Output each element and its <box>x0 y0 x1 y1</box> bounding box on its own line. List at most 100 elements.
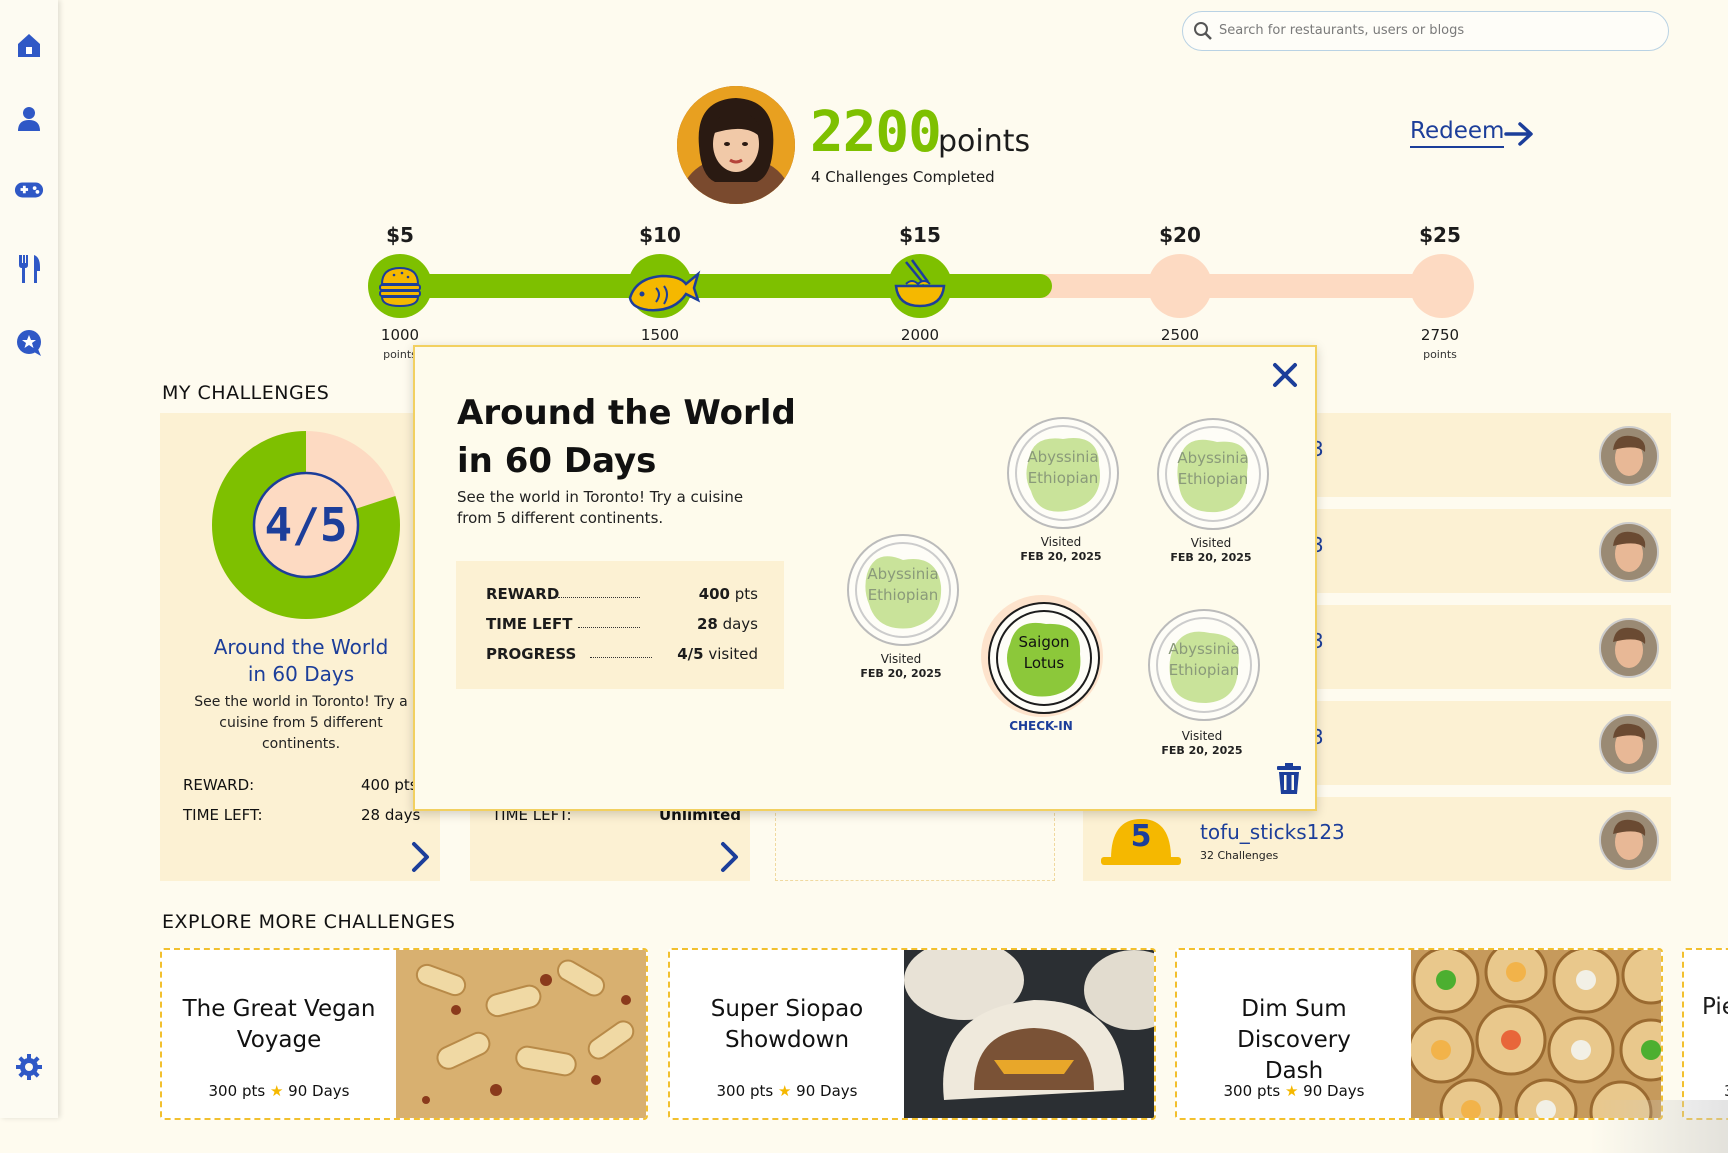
explore-card-title: Pie <box>1702 994 1728 1020</box>
star-chat-icon[interactable] <box>14 328 44 358</box>
days-unit: Days <box>312 1082 350 1100</box>
utensils-icon[interactable] <box>14 254 44 284</box>
explore-card[interactable]: Dim Sum Discovery Dash 300 pts ★ 90 Days <box>1175 948 1663 1120</box>
restaurant-plate[interactable]: Abyssinia Ethiopian <box>1157 418 1269 530</box>
check-in-button[interactable]: CHECK-IN <box>971 719 1111 733</box>
visited-status: Visited FEB 20, 2025 <box>1141 536 1281 564</box>
explore-card-title: Dim Sum Discovery Dash <box>1187 994 1401 1087</box>
explore-card-meta: 3 <box>1724 1082 1728 1100</box>
trash-icon[interactable] <box>1275 763 1303 795</box>
fish-icon <box>628 270 701 312</box>
restaurant-plate[interactable]: Abyssinia Ethiopian <box>1148 609 1260 721</box>
user-icon[interactable] <box>14 104 44 134</box>
challenges-completed: 4 Challenges Completed <box>811 168 995 186</box>
title-line: The Great Vegan <box>182 996 376 1022</box>
visited-status: Visited FEB 20, 2025 <box>1132 729 1272 757</box>
time-left-label: TIME LEFT: <box>183 806 263 824</box>
restaurant-plate[interactable]: Abyssinia Ethiopian <box>847 534 959 646</box>
plate-label-line: Saigon <box>1018 633 1070 651</box>
stat-unit: visited <box>708 645 758 663</box>
days-value: 90 <box>796 1082 816 1100</box>
star-icon: ★ <box>269 1082 284 1100</box>
sidebar <box>0 0 58 1118</box>
visited-date: FEB 20, 2025 <box>1161 744 1243 757</box>
plate-label: Abyssinia Ethiopian <box>1009 447 1117 489</box>
plate-label-line: Ethiopian <box>1168 661 1240 679</box>
tier-amount: $15 <box>899 223 941 247</box>
challenge-detail-modal: Around the World in 60 Days See the worl… <box>413 345 1317 811</box>
pts-unit: pts <box>241 1082 266 1100</box>
burger-icon <box>379 266 421 308</box>
avatar[interactable] <box>1599 810 1659 870</box>
tier-node-locked[interactable] <box>1148 254 1212 318</box>
plate-label: Abyssinia Ethiopian <box>1159 448 1267 490</box>
challenge-title-line: in 60 Days <box>247 662 355 686</box>
stat-number: 28 <box>696 615 718 633</box>
restaurant-plate[interactable]: Abyssinia Ethiopian <box>1007 417 1119 529</box>
reward-label: REWARD: <box>183 776 255 794</box>
gear-icon[interactable] <box>14 1052 44 1082</box>
star-icon: ★ <box>777 1082 792 1100</box>
plate-label-line: Ethiopian <box>1027 469 1099 487</box>
avatar[interactable] <box>1599 426 1659 486</box>
plate-label-line: Abyssinia <box>1027 448 1099 466</box>
visited-status: Visited FEB 20, 2025 <box>831 652 971 680</box>
stat-label: PROGRESS <box>486 645 577 663</box>
leaderboard-name[interactable]: tofu_sticks123 <box>1200 820 1345 844</box>
visited-status: Visited FEB 20, 2025 <box>991 535 1131 563</box>
stat-row-progress: PROGRESS 4/5 visited <box>486 645 758 663</box>
avatar[interactable] <box>1599 522 1659 582</box>
plate-label-line: Abyssinia <box>1177 449 1249 467</box>
avatar[interactable] <box>1599 714 1659 774</box>
gamepad-icon[interactable] <box>14 175 44 205</box>
status-text: Visited <box>1181 729 1223 743</box>
plate-label: Abyssinia Ethiopian <box>849 564 957 606</box>
leader-dots <box>578 627 640 628</box>
tier-node-burger[interactable] <box>368 254 432 318</box>
tier-node-locked[interactable] <box>1410 254 1474 318</box>
challenge-description: See the world in Toronto! Try a cuisine … <box>194 694 408 752</box>
title-line: Around the World <box>457 393 796 433</box>
tier-amount: $20 <box>1159 223 1201 247</box>
plate-label: Saigon Lotus <box>990 632 1098 674</box>
days-value: 90 <box>1303 1082 1323 1100</box>
tier-node-ramen[interactable] <box>888 254 952 318</box>
plate-label-line: Abyssinia <box>867 565 939 583</box>
home-icon[interactable] <box>14 30 44 60</box>
search-input[interactable]: Search for restaurants, users or blogs <box>1182 11 1669 51</box>
chevron-right-icon[interactable] <box>718 840 742 874</box>
arrow-right-icon[interactable] <box>1504 121 1534 147</box>
reward-value: 400 pts <box>361 776 418 794</box>
section-title-explore: EXPLORE MORE CHALLENGES <box>162 911 456 933</box>
title-line: in 60 Days <box>457 441 657 481</box>
tier-points: 2500 <box>1160 326 1200 344</box>
food-image-siopao <box>904 950 1154 1118</box>
modal-title: Around the World in 60 Days <box>457 389 796 485</box>
plate-label: Abyssinia Ethiopian <box>1150 639 1258 681</box>
title-line: Showdown <box>724 1027 850 1053</box>
title-line: Voyage <box>236 1027 322 1053</box>
points-total: 2200 <box>810 100 942 165</box>
close-icon[interactable] <box>1271 361 1299 389</box>
pts-value: 300 <box>716 1082 746 1100</box>
redeem-link[interactable]: Redeem <box>1410 118 1505 148</box>
challenge-title[interactable]: Around the World in 60 Days <box>192 634 410 688</box>
restaurant-plate-check-in[interactable]: Saigon Lotus <box>988 602 1100 714</box>
stat-number: 4/5 <box>677 645 704 663</box>
tier-points: 2000 <box>900 326 940 344</box>
visited-date: FEB 20, 2025 <box>860 667 942 680</box>
time-left-value: 28 days <box>361 806 421 824</box>
stat-unit: pts <box>734 585 758 603</box>
profile-avatar[interactable] <box>677 86 795 204</box>
stat-value: 4/5 visited <box>677 645 758 663</box>
chevron-right-icon[interactable] <box>409 840 433 874</box>
explore-card[interactable]: Super Siopao Showdown 300 pts ★ 90 Days <box>668 948 1156 1120</box>
explore-card-meta: 300 pts ★ 90 Days <box>1187 1082 1401 1100</box>
explore-card[interactable]: The Great Vegan Voyage 300 pts ★ 90 Days <box>160 948 648 1120</box>
stat-unit: days <box>722 615 758 633</box>
avatar[interactable] <box>1599 618 1659 678</box>
points-label: points <box>938 124 1031 159</box>
modal-stats-box: REWARD 400 pts TIME LEFT 28 days PROGRES… <box>456 561 784 689</box>
tier-node-fish[interactable] <box>628 254 701 318</box>
explore-card[interactable]: Pie 3 <box>1682 948 1728 1120</box>
